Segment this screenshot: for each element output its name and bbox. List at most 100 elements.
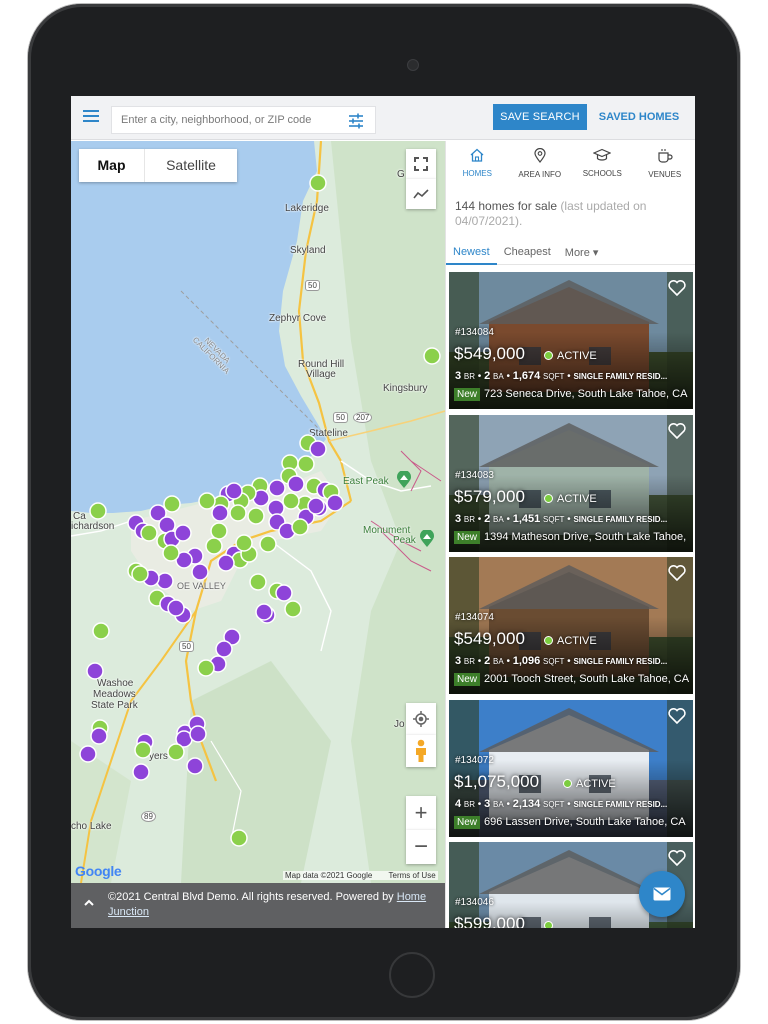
listing-pin[interactable] bbox=[275, 584, 293, 602]
favorite-heart-icon[interactable] bbox=[667, 848, 687, 868]
street-view-pegman-icon[interactable] bbox=[406, 735, 436, 767]
map-type-map[interactable]: Map bbox=[79, 149, 145, 182]
listing-card[interactable]: #134083 $579,000 ACTIVE 3 BR • 2 BA • 1,4… bbox=[449, 415, 693, 552]
panel-tabs: HOMES AREA INFO SCHOOLS VENUES bbox=[446, 141, 695, 183]
front-camera bbox=[407, 59, 419, 71]
zoom-in-icon[interactable]: + bbox=[406, 796, 436, 830]
listing-price: $549,000 bbox=[454, 629, 525, 648]
beds-unit: BR bbox=[463, 372, 476, 381]
active-listing-pin[interactable] bbox=[134, 741, 152, 759]
active-listing-pin[interactable] bbox=[198, 492, 216, 510]
tab-schools-label: SCHOOLS bbox=[582, 169, 622, 178]
listing-pin[interactable] bbox=[174, 524, 192, 542]
listing-pin[interactable] bbox=[79, 745, 97, 763]
sort-newest[interactable]: Newest bbox=[446, 243, 497, 265]
listing-pin[interactable] bbox=[156, 572, 174, 590]
fullscreen-icon[interactable] bbox=[406, 149, 436, 179]
tab-homes[interactable]: HOMES bbox=[446, 141, 509, 183]
active-listing-pin[interactable] bbox=[297, 455, 315, 473]
contact-email-button[interactable] bbox=[639, 871, 685, 917]
listing-pin[interactable] bbox=[307, 497, 325, 515]
chevron-up-icon[interactable] bbox=[83, 897, 95, 909]
active-listing-pin[interactable] bbox=[229, 504, 247, 522]
listing-pin[interactable] bbox=[309, 440, 327, 458]
saved-homes-button[interactable]: SAVED HOMES bbox=[594, 104, 684, 130]
home-button[interactable] bbox=[389, 952, 435, 998]
hamburger-menu-icon[interactable] bbox=[83, 110, 99, 124]
active-listing-pin[interactable] bbox=[89, 502, 107, 520]
active-listing-pin[interactable] bbox=[197, 659, 215, 677]
listing-specs: 4 BR • 3 BA • 2,134 SQFT • SINGLE FAMILY… bbox=[455, 798, 691, 810]
listing-pin[interactable] bbox=[225, 482, 243, 500]
active-listing-pin[interactable] bbox=[210, 522, 228, 540]
active-listing-pin[interactable] bbox=[309, 174, 327, 192]
baths-value: 2 bbox=[484, 370, 491, 382]
listing-pin[interactable] bbox=[217, 554, 235, 572]
copyright-text: ©2021 Central Blvd Demo. All rights rese… bbox=[108, 891, 394, 903]
active-listing-pin[interactable] bbox=[235, 534, 253, 552]
active-listing-pin[interactable] bbox=[140, 524, 158, 542]
sort-cheapest[interactable]: Cheapest bbox=[497, 243, 558, 265]
favorite-heart-icon[interactable] bbox=[667, 278, 687, 298]
listing-pin[interactable] bbox=[191, 563, 209, 581]
active-listing-pin[interactable] bbox=[291, 518, 309, 536]
active-listing-pin[interactable] bbox=[282, 492, 300, 510]
favorite-heart-icon[interactable] bbox=[667, 421, 687, 441]
map-data-text: Map data ©2021 Google bbox=[285, 871, 373, 880]
map-view[interactable]: Lakeridge Skyland 50 Zephyr Cove NEVADA … bbox=[71, 141, 445, 883]
active-listing-pin[interactable] bbox=[230, 829, 248, 847]
baths-unit: BA bbox=[493, 515, 504, 524]
trend-line-icon[interactable] bbox=[406, 179, 436, 209]
listing-pin[interactable] bbox=[167, 599, 185, 617]
listing-pin[interactable] bbox=[90, 727, 108, 745]
favorite-heart-icon[interactable] bbox=[667, 706, 687, 726]
active-listing-pin[interactable] bbox=[247, 507, 265, 525]
listing-pins-layer[interactable] bbox=[71, 141, 445, 883]
active-listing-pin[interactable] bbox=[259, 535, 277, 553]
active-listing-pin[interactable] bbox=[162, 544, 180, 562]
listing-pin[interactable] bbox=[211, 504, 229, 522]
tab-schools[interactable]: SCHOOLS bbox=[571, 141, 634, 183]
tab-area-info[interactable]: AREA INFO bbox=[509, 141, 572, 183]
listing-pin[interactable] bbox=[287, 475, 305, 493]
map-type-satellite[interactable]: Satellite bbox=[145, 149, 237, 182]
app-screen: SAVE SEARCH SAVED HOMES bbox=[71, 96, 695, 928]
listing-address: 723 Seneca Drive, South Lake Tahoe, CA bbox=[484, 388, 688, 400]
active-listing-pin[interactable] bbox=[163, 495, 181, 513]
active-listing-pin[interactable] bbox=[167, 743, 185, 761]
listing-pin[interactable] bbox=[326, 494, 344, 512]
listing-pin[interactable] bbox=[132, 763, 150, 781]
listing-pin[interactable] bbox=[186, 757, 204, 775]
favorite-heart-icon[interactable] bbox=[667, 563, 687, 583]
search-box[interactable] bbox=[111, 106, 376, 134]
beds-unit: BR bbox=[463, 800, 476, 809]
listing-card[interactable]: #134084 $549,000 ACTIVE 3 BR • 2 BA • 1,6… bbox=[449, 272, 693, 409]
active-listing-pin[interactable] bbox=[131, 565, 149, 583]
filter-sliders-icon[interactable] bbox=[347, 112, 365, 130]
listing-mls-number: #134084 bbox=[455, 327, 494, 338]
listing-card[interactable]: #134074 $549,000 ACTIVE 3 BR • 2 BA • 1,0… bbox=[449, 557, 693, 694]
results-count: 144 homes for sale (last updated on 04/0… bbox=[455, 199, 689, 229]
status-badge: ACTIVE bbox=[544, 350, 597, 362]
zoom-out-icon[interactable]: − bbox=[406, 830, 436, 864]
listing-pin[interactable] bbox=[86, 662, 104, 680]
listing-pin[interactable] bbox=[189, 725, 207, 743]
active-listing-pin[interactable] bbox=[205, 537, 223, 555]
my-location-icon[interactable] bbox=[406, 703, 436, 735]
save-search-button[interactable]: SAVE SEARCH bbox=[493, 104, 587, 130]
active-listing-pin[interactable] bbox=[423, 347, 441, 365]
tab-venues-label: VENUES bbox=[648, 170, 682, 179]
status-badge: ACTIVE bbox=[544, 635, 597, 647]
terms-of-use-link[interactable]: Terms of Use bbox=[389, 871, 436, 880]
active-listing-pin[interactable] bbox=[284, 600, 302, 618]
active-listing-pin[interactable] bbox=[92, 622, 110, 640]
active-listing-pin[interactable] bbox=[249, 573, 267, 591]
envelope-icon bbox=[653, 887, 671, 901]
sort-more-dropdown[interactable]: More ▾ bbox=[558, 243, 606, 265]
search-input[interactable] bbox=[121, 114, 336, 126]
listing-card[interactable]: #134072 $1,075,000 ACTIVE 4 BR • 3 BA • 2… bbox=[449, 700, 693, 837]
listing-pin[interactable] bbox=[255, 603, 273, 621]
tab-venues[interactable]: VENUES bbox=[634, 141, 696, 183]
listing-pin[interactable] bbox=[215, 640, 233, 658]
listing-pin[interactable] bbox=[268, 479, 286, 497]
